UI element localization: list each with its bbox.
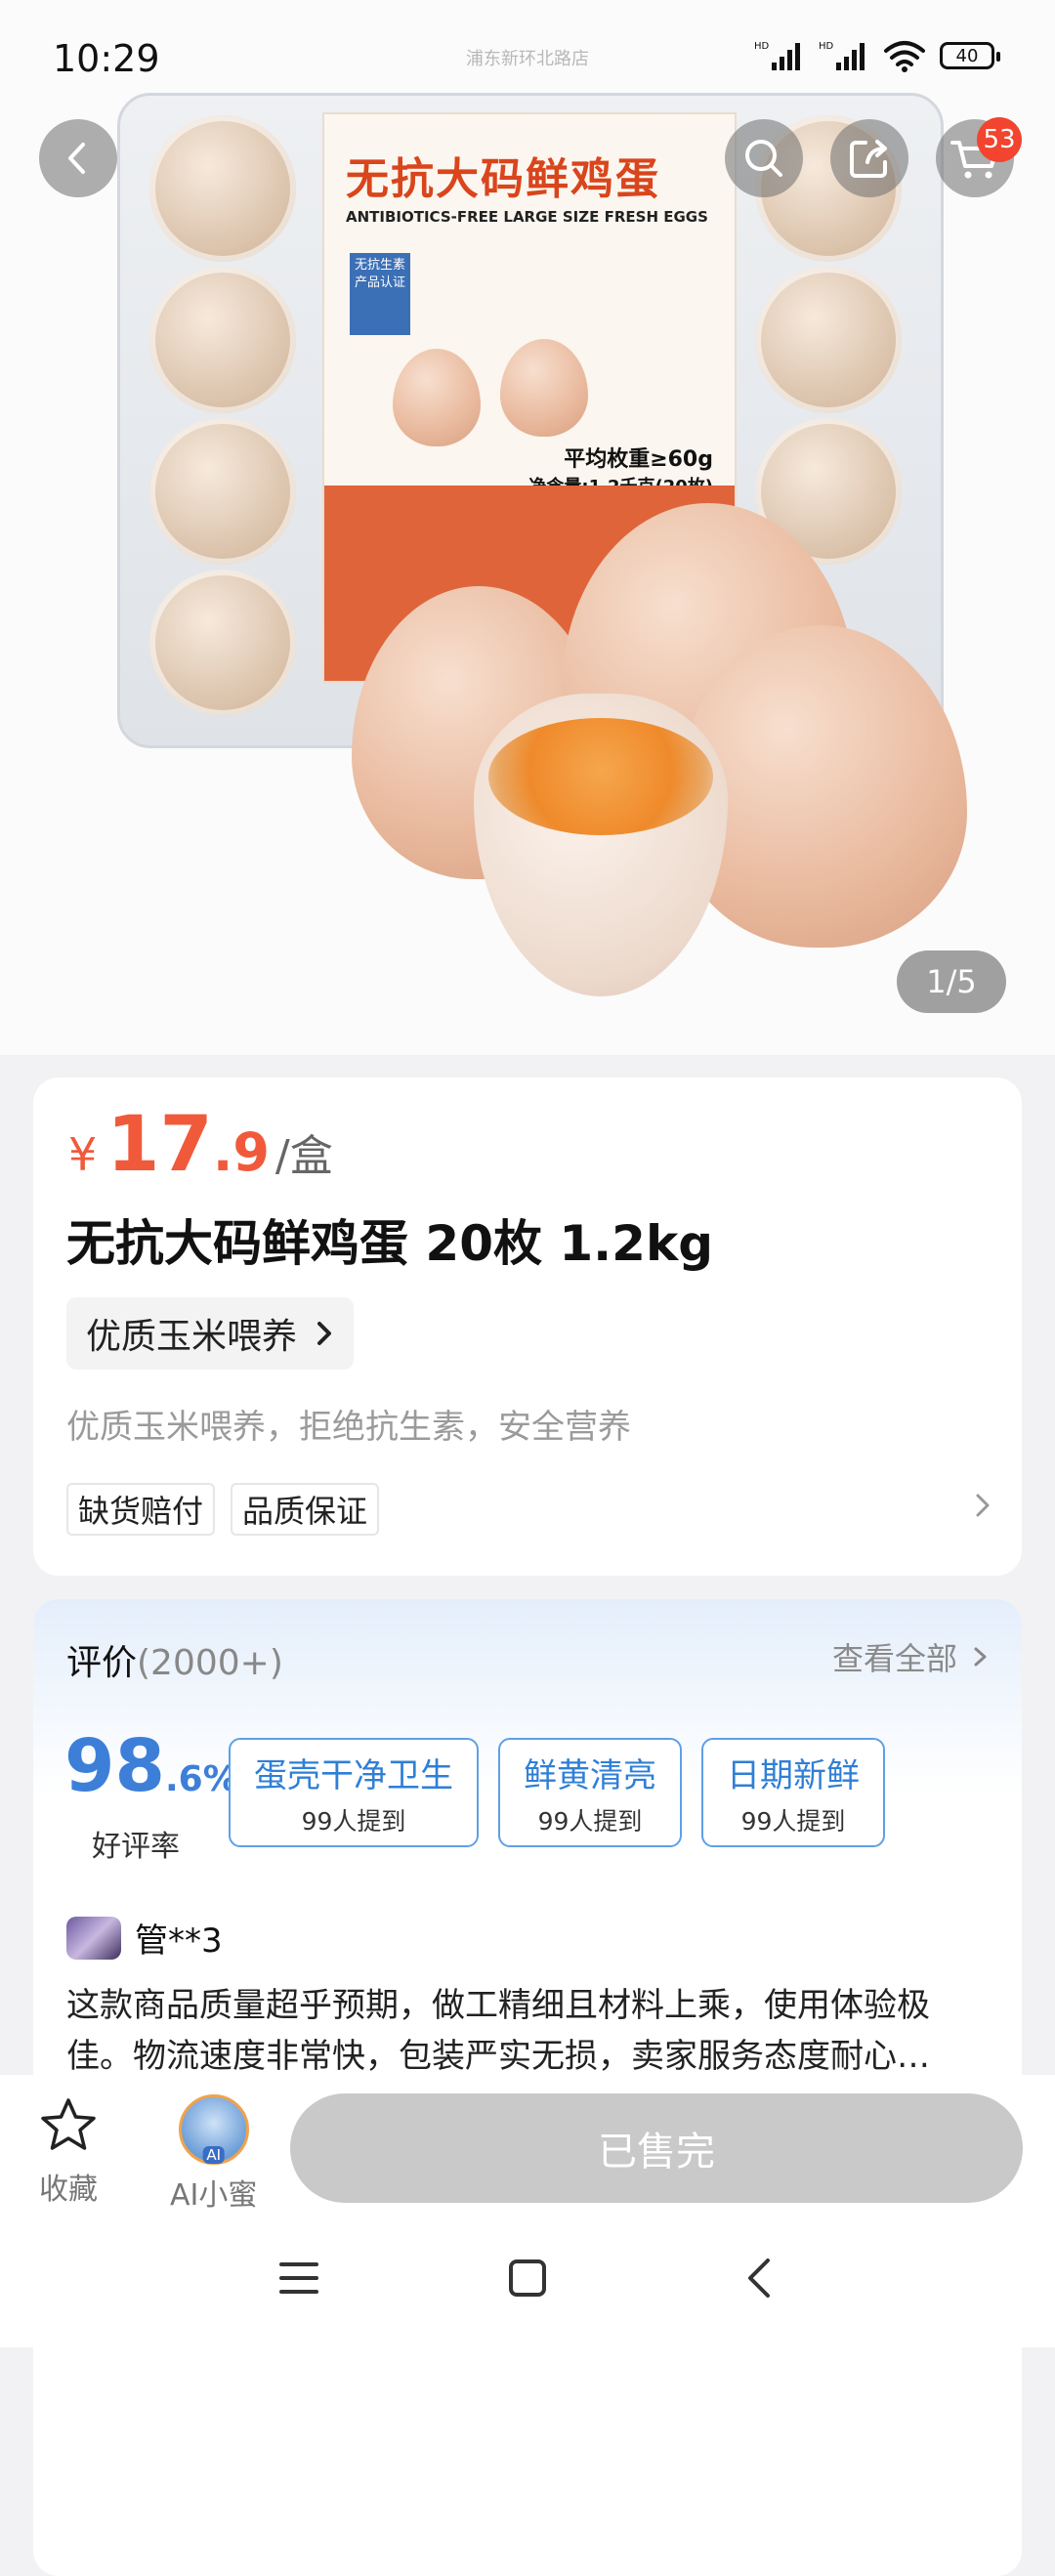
review-keyword-pill[interactable]: 蛋壳干净卫生 99人提到 xyxy=(229,1738,479,1847)
cart-count-badge: 53 xyxy=(977,117,1022,162)
chevron-right-icon[interactable] xyxy=(973,1486,992,1525)
reviewer: 管**3 xyxy=(66,1914,223,1962)
signal-icon: HD xyxy=(819,41,865,70)
product-info-card: ¥ 17 .9 /盒 无抗大码鲜鸡蛋 20枚 1.2kg 优质玉米喂养 优质玉米… xyxy=(33,1077,1022,1576)
menu-icon[interactable] xyxy=(277,2257,320,2300)
tray-egg xyxy=(149,570,296,716)
wifi-icon xyxy=(884,41,925,72)
product-title: 无抗大码鲜鸡蛋 20枚 1.2kg xyxy=(66,1215,714,1272)
reviewer-name: 管**3 xyxy=(135,1921,223,1961)
package-eggs-illustration xyxy=(383,339,608,456)
status-bar: 10:29 浦东新环北路店 HD HD 40 xyxy=(0,0,1055,117)
review-keyword-pill[interactable]: 鲜黄清亮 99人提到 xyxy=(498,1738,682,1847)
price-integer: 17 xyxy=(106,1101,213,1189)
review-keywords: 蛋壳干净卫生 99人提到 鲜黄清亮 99人提到 日期新鲜 99人提到 xyxy=(229,1738,885,1847)
bottom-action-bar: 收藏 AI AI小蜜 已售完 xyxy=(0,2075,1055,2214)
price-decimal: .9 xyxy=(212,1121,270,1183)
tray-egg xyxy=(149,115,296,262)
feature-chip-label: 优质玉米喂养 xyxy=(86,1317,298,1357)
chevron-left-icon xyxy=(68,143,85,174)
tray-egg xyxy=(149,418,296,565)
reviews-heading: 评价(2000+) xyxy=(66,1643,283,1683)
price: ¥ 17 .9 /盒 xyxy=(68,1101,333,1189)
review-text[interactable]: 这款商品质量超乎预期，做工精细且材料上乘，使用体验极佳。物流速度非常快，包装严实… xyxy=(66,1980,994,2082)
tray-egg xyxy=(149,267,296,413)
view-all-reviews-link[interactable]: 查看全部 xyxy=(832,1634,989,1679)
chevron-right-icon xyxy=(974,1647,987,1667)
tray-egg xyxy=(755,267,902,413)
back-button[interactable] xyxy=(39,119,117,197)
package-badge: 无抗生素 产品认证 xyxy=(350,253,410,335)
package-title: 无抗大码鲜鸡蛋 xyxy=(346,154,660,204)
share-icon xyxy=(850,140,887,178)
price-currency: ¥ xyxy=(68,1128,98,1181)
battery-icon: 40 xyxy=(940,42,1000,69)
search-button[interactable] xyxy=(725,119,803,197)
avatar xyxy=(66,1916,121,1960)
service-tag: 品质保证 xyxy=(231,1483,380,1536)
favorite-button[interactable]: 收藏 xyxy=(37,2094,100,2208)
ai-assistant-icon: AI xyxy=(178,2094,249,2165)
back-nav-icon[interactable] xyxy=(738,2257,781,2300)
chevron-right-icon xyxy=(317,1322,332,1345)
price-unit: /盒 xyxy=(274,1131,333,1181)
image-counter: 1/5 xyxy=(897,950,1006,1013)
status-icons: HD HD 40 xyxy=(754,39,1000,72)
feature-chip[interactable]: 优质玉米喂养 xyxy=(66,1297,355,1370)
sold-out-button[interactable]: 已售完 xyxy=(290,2093,1023,2203)
service-tag: 缺货赔付 xyxy=(66,1483,216,1536)
positive-rate: 98 .6% xyxy=(64,1724,238,1808)
ai-assistant-button[interactable]: AI AI小蜜 xyxy=(170,2094,257,2214)
product-description: 优质玉米喂养，拒绝抗生素，安全营养 xyxy=(66,1408,631,1447)
home-icon[interactable] xyxy=(506,2257,549,2300)
svg-text:HD: HD xyxy=(819,41,834,52)
reviews-count: (2000+) xyxy=(137,1643,283,1683)
signal-icon: HD xyxy=(754,41,800,70)
share-button[interactable] xyxy=(830,119,908,197)
egg-yolk xyxy=(488,718,713,835)
service-tags[interactable]: 缺货赔付 品质保证 xyxy=(66,1483,380,1536)
svg-text:HD: HD xyxy=(754,41,770,52)
search-icon xyxy=(745,140,782,177)
positive-rate-label: 好评率 xyxy=(92,1830,180,1864)
system-navigation-bar xyxy=(0,2214,1055,2347)
package-subtitle: ANTIBIOTICS-FREE LARGE SIZE FRESH EGGS xyxy=(346,208,708,226)
star-icon xyxy=(41,2098,96,2150)
review-keyword-pill[interactable]: 日期新鲜 99人提到 xyxy=(701,1738,885,1847)
